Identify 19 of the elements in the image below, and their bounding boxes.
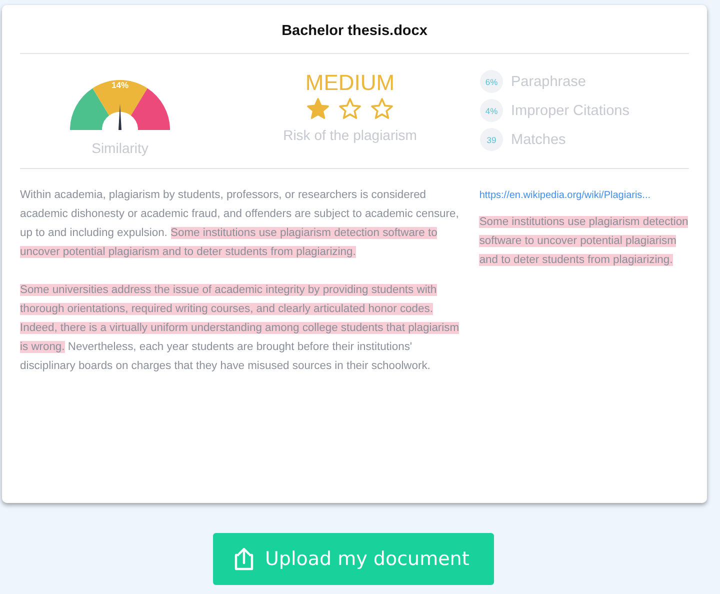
- document-paragraph: Within academia, plagiarism by students, professors, or researchers is considered academic dishonesty or academic fraud, and offenders are subject to academic censure, up to and including expulsion. Some institutions use plagiarism detection software to uncover potential plagiarism and to deter students from plagiarizing.: [20, 188, 460, 260]
- source-excerpt: Some institutions use plagiarism detection software to uncover potential plagiarism and to deter students from plagiarizing.: [479, 215, 689, 268]
- stat-badge: 39: [480, 128, 503, 151]
- stat-badge: 4%: [480, 99, 503, 122]
- document-paragraph: Some universities address the issue of academic integrity by providing students with thorough orientations, required writing courses, and clearly articulated honor codes. Indeed, there is a virtually uniform understanding among college students that plagiarism is wrong. Nevertheless, each year students are brought before their institutions' disciplinary boards on charges that they have misused sources in their schoolwork.: [20, 283, 460, 374]
- star-icon: [306, 97, 330, 121]
- stat-badge: 6%: [480, 70, 503, 93]
- stat-label: Improper Citations: [511, 102, 630, 118]
- similarity-value: 14%: [112, 80, 128, 90]
- similarity-label: Similarity: [92, 140, 148, 156]
- star-icon: [370, 97, 394, 121]
- star-icon: [338, 97, 362, 121]
- risk-level: MEDIUM: [305, 70, 395, 96]
- source-link[interactable]: https://en.wikipedia.org/wiki/Plagiaris...: [479, 190, 689, 201]
- risk-label: Risk of the plagiarism: [283, 127, 417, 143]
- document-title: Bachelor thesis.docx: [280, 22, 428, 41]
- upload-button[interactable]: Upload my document: [213, 533, 494, 585]
- stat-label: Paraphrase: [511, 74, 586, 90]
- stat-label: Matches: [511, 132, 566, 148]
